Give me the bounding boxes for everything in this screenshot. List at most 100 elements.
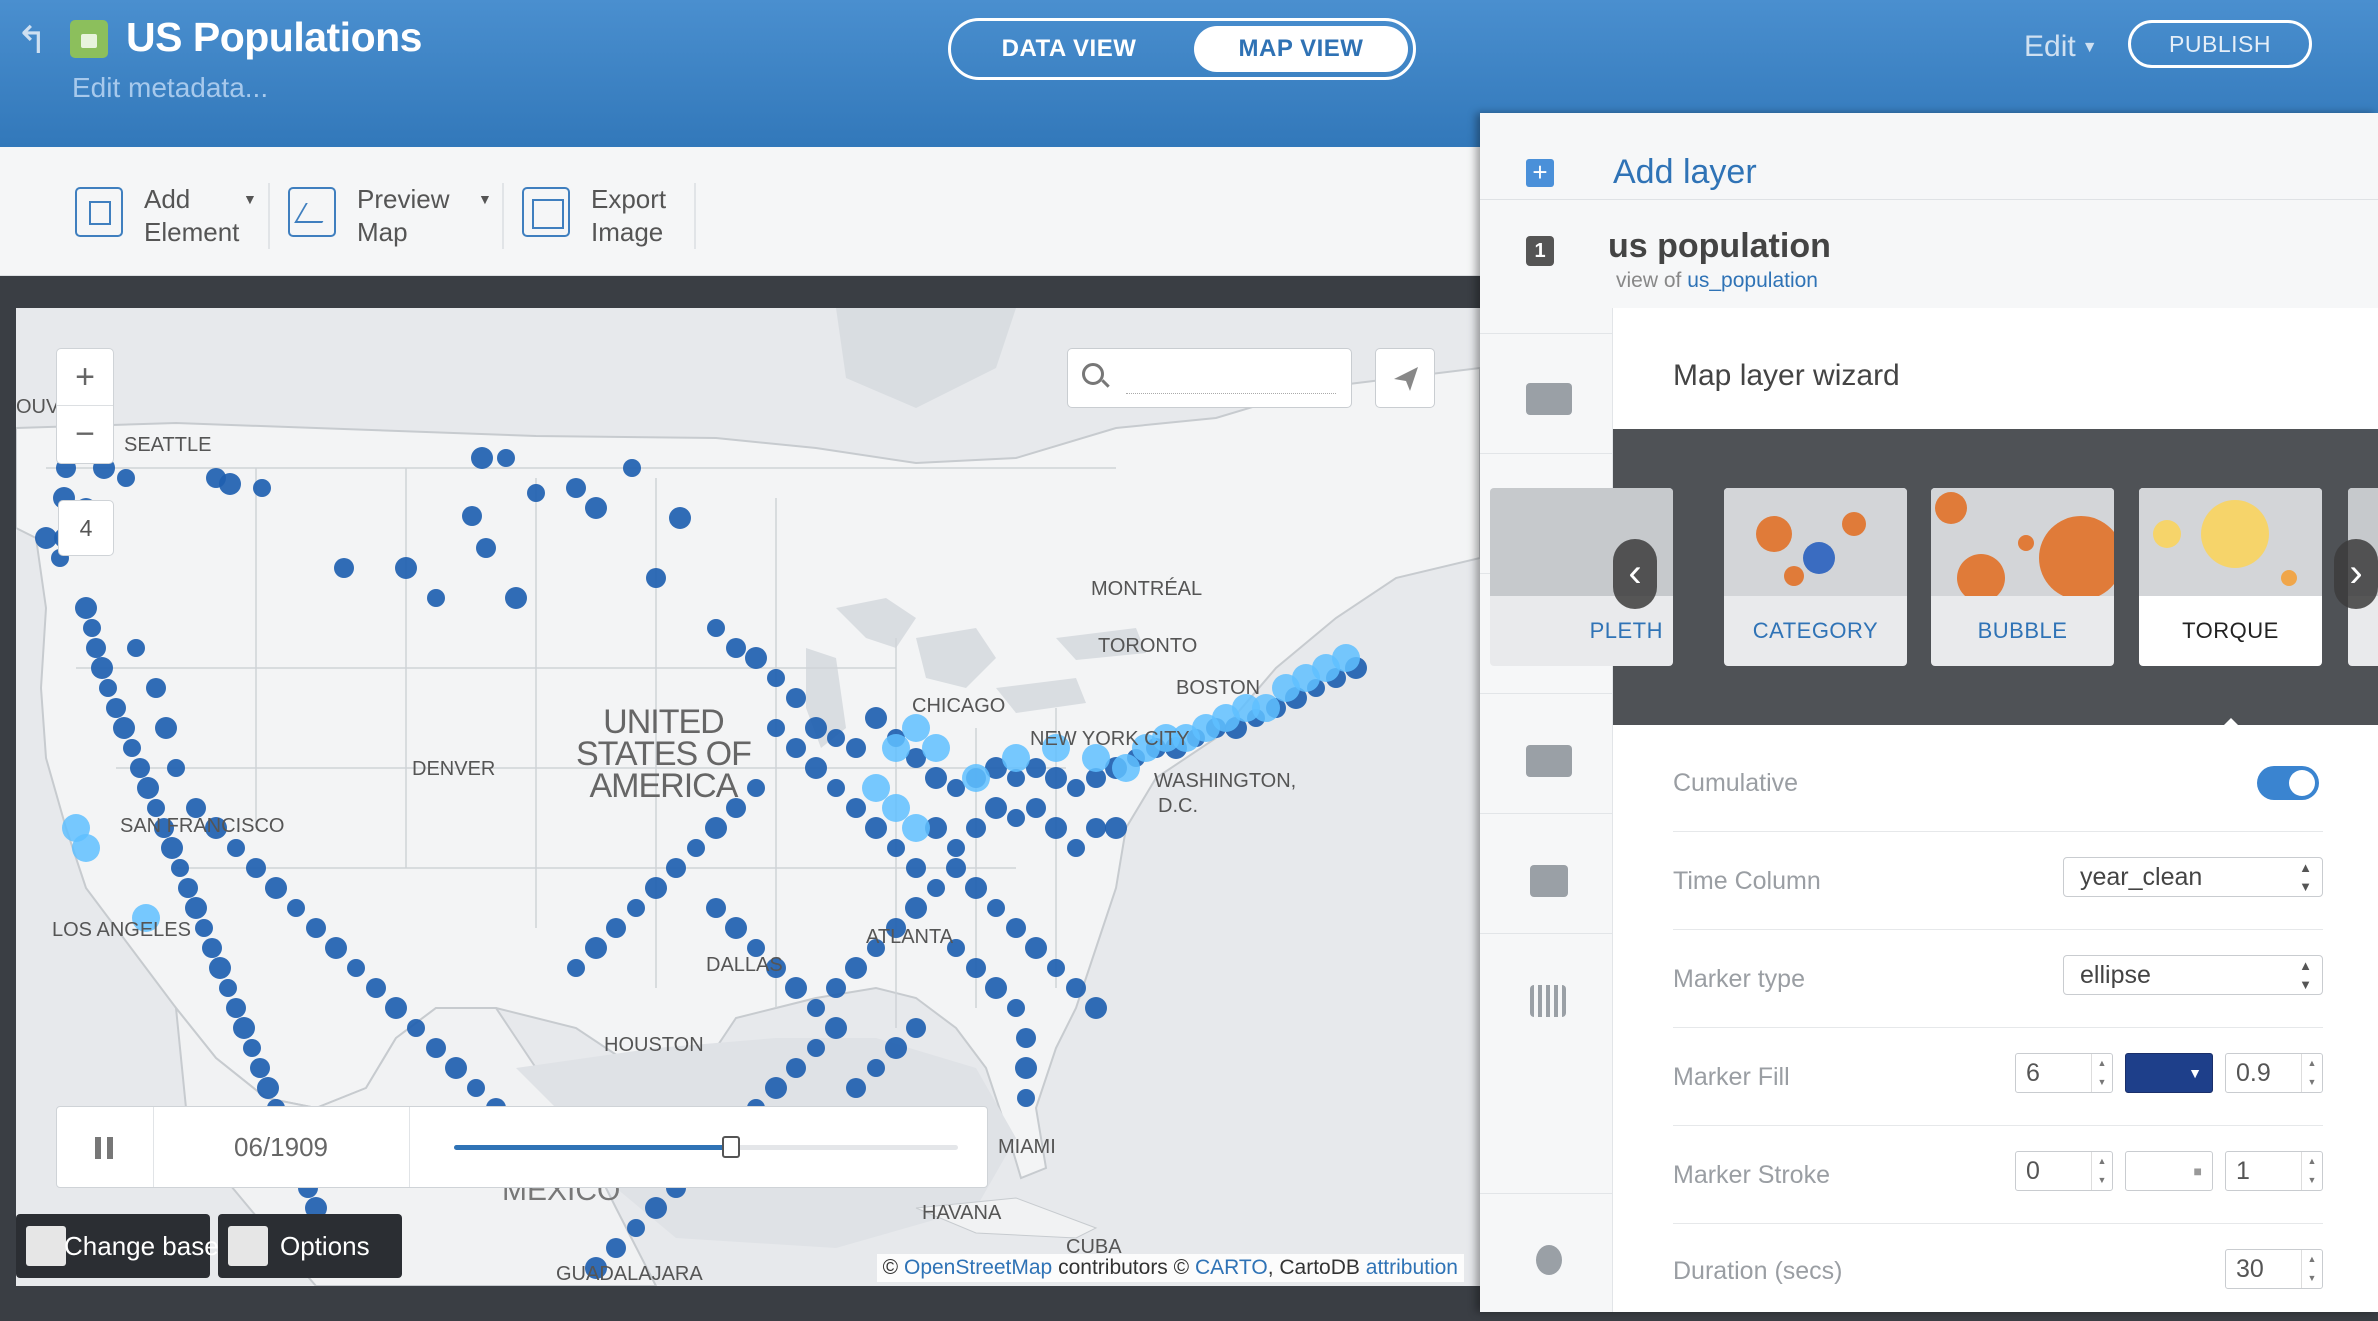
sql-icon[interactable] [1526, 383, 1572, 415]
population-marker [250, 1058, 270, 1078]
marker-type-select[interactable]: ellipse ▲ ▼ [2063, 955, 2323, 995]
population-marker [1067, 839, 1085, 857]
tab-map-view[interactable]: MAP VIEW [1194, 26, 1408, 72]
wizard-card-torque[interactable]: TORQUE [2139, 488, 2322, 666]
population-marker [585, 497, 607, 519]
privacy-lock-icon[interactable] [70, 20, 108, 58]
wizard-card-bubble[interactable]: BUBBLE [1931, 488, 2114, 666]
zoom-control: + − [56, 348, 114, 464]
population-marker [1016, 1028, 1036, 1048]
caret-down-icon: ■ [2193, 1163, 2202, 1179]
osm-link[interactable]: OpenStreetMap [904, 1256, 1052, 1279]
toolbar-divider [694, 183, 696, 249]
attribution-link[interactable]: attribution [1366, 1256, 1458, 1279]
population-marker [1007, 999, 1025, 1017]
add-element-button[interactable]: Add Element ▼ [75, 183, 265, 249]
map-search [1067, 348, 1352, 408]
edit-metadata-link[interactable]: Edit metadata... [72, 72, 268, 104]
population-marker [202, 938, 222, 958]
population-marker [427, 589, 445, 607]
options-button[interactable]: Options [218, 1214, 402, 1278]
population-marker [827, 779, 845, 797]
time-column-select[interactable]: year_clean ▲ ▼ [2063, 857, 2323, 897]
population-marker [227, 839, 245, 857]
population-marker [243, 1039, 261, 1057]
population-marker [785, 977, 807, 999]
map-attribution: © OpenStreetMap contributors © CARTO, Ca… [876, 1254, 1464, 1282]
preview-map-button[interactable]: Preview Map ▼ [288, 183, 498, 249]
population-marker [1085, 997, 1107, 1019]
map-search-input[interactable] [1126, 361, 1336, 394]
edit-menu[interactable]: Edit ▼ [2024, 30, 2098, 64]
population-marker [905, 897, 927, 919]
population-marker [257, 1077, 279, 1099]
map-label-washington: WASHINGTON, [1154, 770, 1297, 792]
stepper-arrows-icon: ▲ ▼ [2301, 1250, 2322, 1288]
population-marker [445, 1057, 467, 1079]
population-marker [627, 1219, 645, 1237]
timeline-date: 06/1909 [153, 1107, 410, 1187]
add-element-label: Add Element [144, 184, 240, 247]
toolbar-divider [268, 183, 270, 249]
wizard-carousel: PLETH ‹ CATEGORY BUBBLE TORQUE › [1490, 429, 2378, 732]
wizard-card-category[interactable]: CATEGORY [1724, 488, 1907, 666]
marker-fill-width-stepper[interactable]: 6 ▲ ▼ [2015, 1053, 2113, 1093]
population-marker [113, 717, 135, 739]
population-marker [265, 877, 287, 899]
timeline-slider[interactable] [454, 1136, 958, 1158]
population-marker [846, 798, 866, 818]
pause-button[interactable] [57, 1107, 154, 1187]
map-canvas[interactable]: OUVER SEATTLE MONTRÉAL TORONTO BOSTON CH… [16, 308, 1480, 1286]
layer-name[interactable]: us population [1608, 227, 1831, 266]
back-arrow-icon[interactable]: ↰ [16, 22, 48, 60]
tab-data-view[interactable]: DATA VIEW [959, 26, 1179, 72]
duration-value: 30 [2236, 1255, 2264, 1283]
layer-source-link[interactable]: us_population [1687, 269, 1818, 292]
time-column-value: year_clean [2080, 863, 2203, 891]
population-marker [185, 897, 207, 919]
marker-stroke-width-stepper[interactable]: 0 ▲ ▼ [2015, 1151, 2113, 1191]
carto-link[interactable]: CARTO [1195, 1256, 1268, 1279]
map-label-nyc: NEW YORK CITY [1030, 728, 1190, 750]
marker-stroke-color-picker[interactable]: ■ [2125, 1151, 2213, 1191]
marker-fill-color-picker[interactable]: ▼ [2125, 1053, 2213, 1093]
population-marker [567, 959, 585, 977]
legend-icon[interactable] [1530, 865, 1568, 897]
timeline-handle[interactable] [722, 1136, 741, 1158]
population-marker [395, 557, 417, 579]
stepper-arrows-icon: ▲ ▼ [2301, 1054, 2322, 1092]
population-marker [807, 1039, 825, 1057]
population-marker [807, 999, 825, 1017]
export-image-button[interactable]: Export Image [522, 183, 692, 249]
carousel-prev-icon[interactable]: ‹ [1613, 539, 1657, 609]
marker-fill-opacity-stepper[interactable]: 0.9 ▲ ▼ [2225, 1053, 2323, 1093]
map-label-dallas: DALLAS [706, 954, 783, 976]
carousel-next-icon[interactable]: › [2334, 539, 2378, 609]
population-marker [925, 767, 947, 789]
caret-down-icon: ▼ [243, 191, 257, 207]
cumulative-toggle[interactable] [2257, 766, 2319, 800]
population-marker [1006, 918, 1026, 938]
marker-stroke-opacity-stepper[interactable]: 1 ▲ ▼ [2225, 1151, 2323, 1191]
lightbulb-icon[interactable] [1536, 1245, 1562, 1275]
filter-icon[interactable] [1530, 985, 1566, 1017]
locate-button[interactable] [1375, 348, 1435, 408]
cumulative-label: Cumulative [1673, 769, 1799, 797]
population-marker-glow [1112, 754, 1140, 782]
time-column-row: Time Column year_clean ▲ ▼ [1673, 831, 2323, 930]
population-marker [161, 837, 183, 859]
duration-stepper[interactable]: 30 ▲ ▼ [2225, 1249, 2323, 1289]
change-basemap-button[interactable]: Change basemap [16, 1214, 269, 1278]
publish-button[interactable]: PUBLISH [2128, 20, 2312, 68]
population-marker [130, 758, 150, 778]
population-marker [845, 957, 867, 979]
population-marker [645, 877, 667, 899]
torque-thumbnail [2139, 488, 2322, 596]
zoom-out-button[interactable]: − [57, 405, 113, 462]
css-icon[interactable] [1526, 745, 1572, 777]
add-layer-row[interactable]: + Add layer [1480, 113, 2378, 200]
population-marker [106, 698, 126, 718]
page-title[interactable]: US Populations [126, 14, 422, 61]
zoom-in-button[interactable]: + [57, 349, 113, 405]
map-label-sf: SAN FRANCISCO [120, 815, 285, 837]
